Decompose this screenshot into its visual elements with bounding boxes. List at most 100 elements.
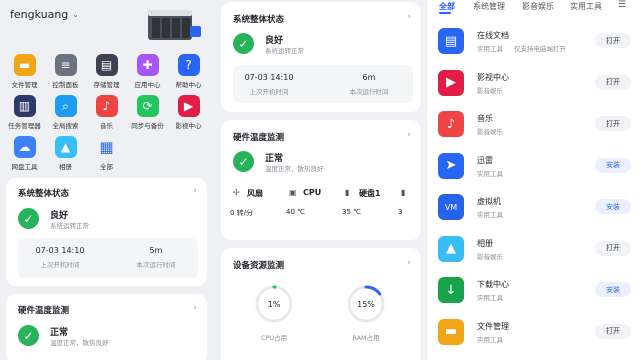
app-category: 实用工具 [477, 169, 503, 178]
left-panel: fengkuang ⌄ ▬ 文件管理 ≡ 控制面板 ▤ 存储管理 ✚ 应用中心? 帮助中心 ▥ 任务… [0, 0, 215, 360]
category-tabs: 全部 系统管理 影音娱乐 实用工具 ☰ [427, 0, 640, 14]
card-title: 硬件温度监测 [233, 133, 285, 143]
app-folder[interactable]: ▬ 文件管理 [4, 54, 45, 89]
app-category: 实用工具 [477, 211, 503, 219]
tab-0[interactable]: 全部 [439, 1, 455, 12]
app-photo[interactable]: ▲ 相册 [45, 136, 86, 171]
app-control-panel[interactable]: ≡ 控制面板 [45, 54, 86, 89]
app-app-center[interactable]: ✚ 应用中心 [127, 54, 168, 89]
task-manager-icon: ▥ [13, 95, 36, 117]
chevron-right-icon: › [193, 303, 197, 313]
app-storage[interactable]: ▤ 存储管理 [86, 54, 127, 89]
card-title: 硬件温度监测 [18, 306, 70, 316]
open-button[interactable]: 打开 [595, 33, 631, 48]
app-name: 文件管理 [477, 321, 509, 331]
nas-device-image [148, 10, 201, 40]
boot-label: 上次开机时间 [40, 261, 80, 269]
system-status-card[interactable]: 系统整体状态 › ✓ 良好 系统运转正常 07-03 14:10 上次开机时间 … [6, 178, 207, 286]
open-button[interactable]: 打开 [595, 240, 631, 256]
app-label: 同步与备份 [131, 122, 164, 130]
fan-icon: ✢ [233, 188, 240, 197]
app-label: 全局搜索 [52, 122, 79, 130]
app-label: 控制面板 [52, 81, 79, 89]
app-name: 在线文档 [477, 31, 509, 40]
open-button[interactable]: 打开 [595, 74, 631, 90]
app-name: 影视中心 [477, 72, 509, 82]
document-icon: ▤ [438, 28, 464, 54]
tab-1[interactable]: 系统管理 [473, 1, 505, 12]
card-title: 系统整体状态 [18, 189, 70, 199]
hardware-temp-card[interactable]: 硬件温度监测 › ✓ 正常 温度正常，散热良好 ✢ 风扇 0 转/分 ▣ CPU 40 ℃… [221, 120, 421, 240]
app-music[interactable]: ♪ 音乐 [86, 95, 127, 130]
install-button[interactable]: 安装 [595, 157, 631, 173]
app-cloud-drive[interactable]: ☁ 网盘工具 [4, 136, 45, 171]
app-category: 影音娱乐 [477, 252, 503, 261]
ram-usage-ring: 15% [347, 285, 385, 323]
sync-icon: ⟳ [136, 95, 159, 117]
card-title: 系统整体状态 [233, 15, 285, 25]
tab-2[interactable]: 影音娱乐 [522, 1, 554, 12]
check-circle-icon: ✓ [18, 325, 39, 346]
open-button[interactable]: 打开 [595, 323, 631, 339]
app-sync[interactable]: ⟳ 同步与备份 [127, 95, 168, 130]
open-button[interactable]: 打开 [595, 116, 631, 131]
app-video[interactable]: ▶ 影视中心 [168, 95, 209, 130]
help-icon: ? [177, 54, 200, 76]
app-task-manager[interactable]: ▥ 任务管理器 [4, 95, 45, 130]
sensor-value: 3 [398, 208, 403, 216]
user-menu[interactable]: fengkuang ⌄ [10, 8, 79, 21]
uptime-label: 本次运行时间 [136, 261, 176, 269]
app-list-item[interactable]: ➤ 迅雷 实用工具 安装 [427, 149, 640, 190]
tab-3[interactable]: 实用工具 [570, 1, 602, 12]
hardware-temp-card[interactable]: 硬件温度监测 › ✓ 正常 温度正常，散热良好 [6, 294, 207, 360]
app-name: 相册 [477, 238, 493, 248]
install-button[interactable]: 安装 [595, 199, 631, 214]
resource-monitor-card[interactable]: 设备资源监测 › 1% CPU占用 15% RAM占用 [221, 248, 421, 360]
install-button[interactable]: 安装 [595, 282, 631, 297]
app-search[interactable]: ⌕ 全局搜索 [45, 95, 86, 130]
app-list-item[interactable]: ▶ 影视中心 影音娱乐 打开 [427, 66, 640, 107]
sensor-name: 风扇 [247, 189, 263, 198]
app-all-apps[interactable]: ▦ 全部 [86, 136, 127, 171]
app-help[interactable]: ? 帮助中心 [168, 54, 209, 89]
more-tabs-icon[interactable]: ☰ [618, 0, 626, 10]
app-list-item[interactable]: ▤ 在线文档 实用工具 仅支持电脑端打开 打开 [427, 24, 640, 65]
app-label: 影视中心 [175, 122, 202, 130]
cpu-value: 1% [268, 300, 281, 309]
folder-icon: ▬ [13, 54, 36, 76]
app-list-item[interactable]: ▲ 相册 影音娱乐 打开 [427, 232, 640, 273]
sensor-value: 35 ℃ [342, 208, 361, 216]
check-circle-icon: ✓ [233, 151, 254, 172]
chevron-right-icon: › [193, 186, 197, 196]
sensor-name: 硬盘1 [359, 189, 381, 198]
photo-icon: ▲ [54, 136, 77, 158]
uptime-box: 07-03 14:10 上次开机时间 5m 本次运行时间 [18, 238, 198, 278]
app-label: 文件管理 [11, 81, 38, 89]
app-label: 任务管理器 [8, 122, 41, 130]
app-category: 实用工具 [477, 335, 503, 344]
app-label: 帮助中心 [175, 81, 202, 89]
video-icon: ▶ [438, 69, 464, 96]
app-list-item[interactable]: ▬ 文件管理 实用工具 打开 [427, 315, 640, 356]
app-label: 网盘工具 [11, 163, 38, 171]
uptime: 6m [362, 73, 376, 82]
uptime-box: 07-03 14:10 上次开机时间 6m 本次运行时间 [233, 65, 413, 103]
ram-label: RAM占用 [352, 334, 380, 342]
all-apps-icon: ▦ [99, 138, 114, 156]
sensor-value: 40 ℃ [286, 208, 305, 216]
control-panel-icon: ≡ [54, 54, 77, 76]
active-tab-indicator [439, 12, 451, 14]
status-desc: 系统运转正常 [50, 222, 89, 230]
app-list-item[interactable]: ↓ 下载中心 实用工具 安装 [427, 273, 640, 314]
app-list-item[interactable]: VM 虚拟机 实用工具 安装 [427, 190, 640, 231]
app-category: 实用工具 [477, 45, 503, 53]
status-desc: 温度正常，散热良好 [50, 339, 109, 347]
app-label: 存储管理 [93, 81, 120, 89]
app-list-item[interactable]: ♪ 音乐 影音娱乐 打开 [427, 107, 640, 148]
ram-value: 15% [357, 300, 375, 309]
app-center-panel: 全部 系统管理 影音娱乐 实用工具 ☰ ▤ 在线文档 实用工具 仅支持电脑端打开 打开 ▶ 影视中心… [427, 0, 640, 360]
boot-time: 07-03 14:10 [35, 246, 85, 255]
thunder-icon: ➤ [438, 152, 464, 179]
app-name: 音乐 [477, 114, 493, 123]
system-status-card[interactable]: 系统整体状态 › ✓ 良好 系统运转正常 07-03 14:10 上次开机时间 … [221, 2, 421, 112]
